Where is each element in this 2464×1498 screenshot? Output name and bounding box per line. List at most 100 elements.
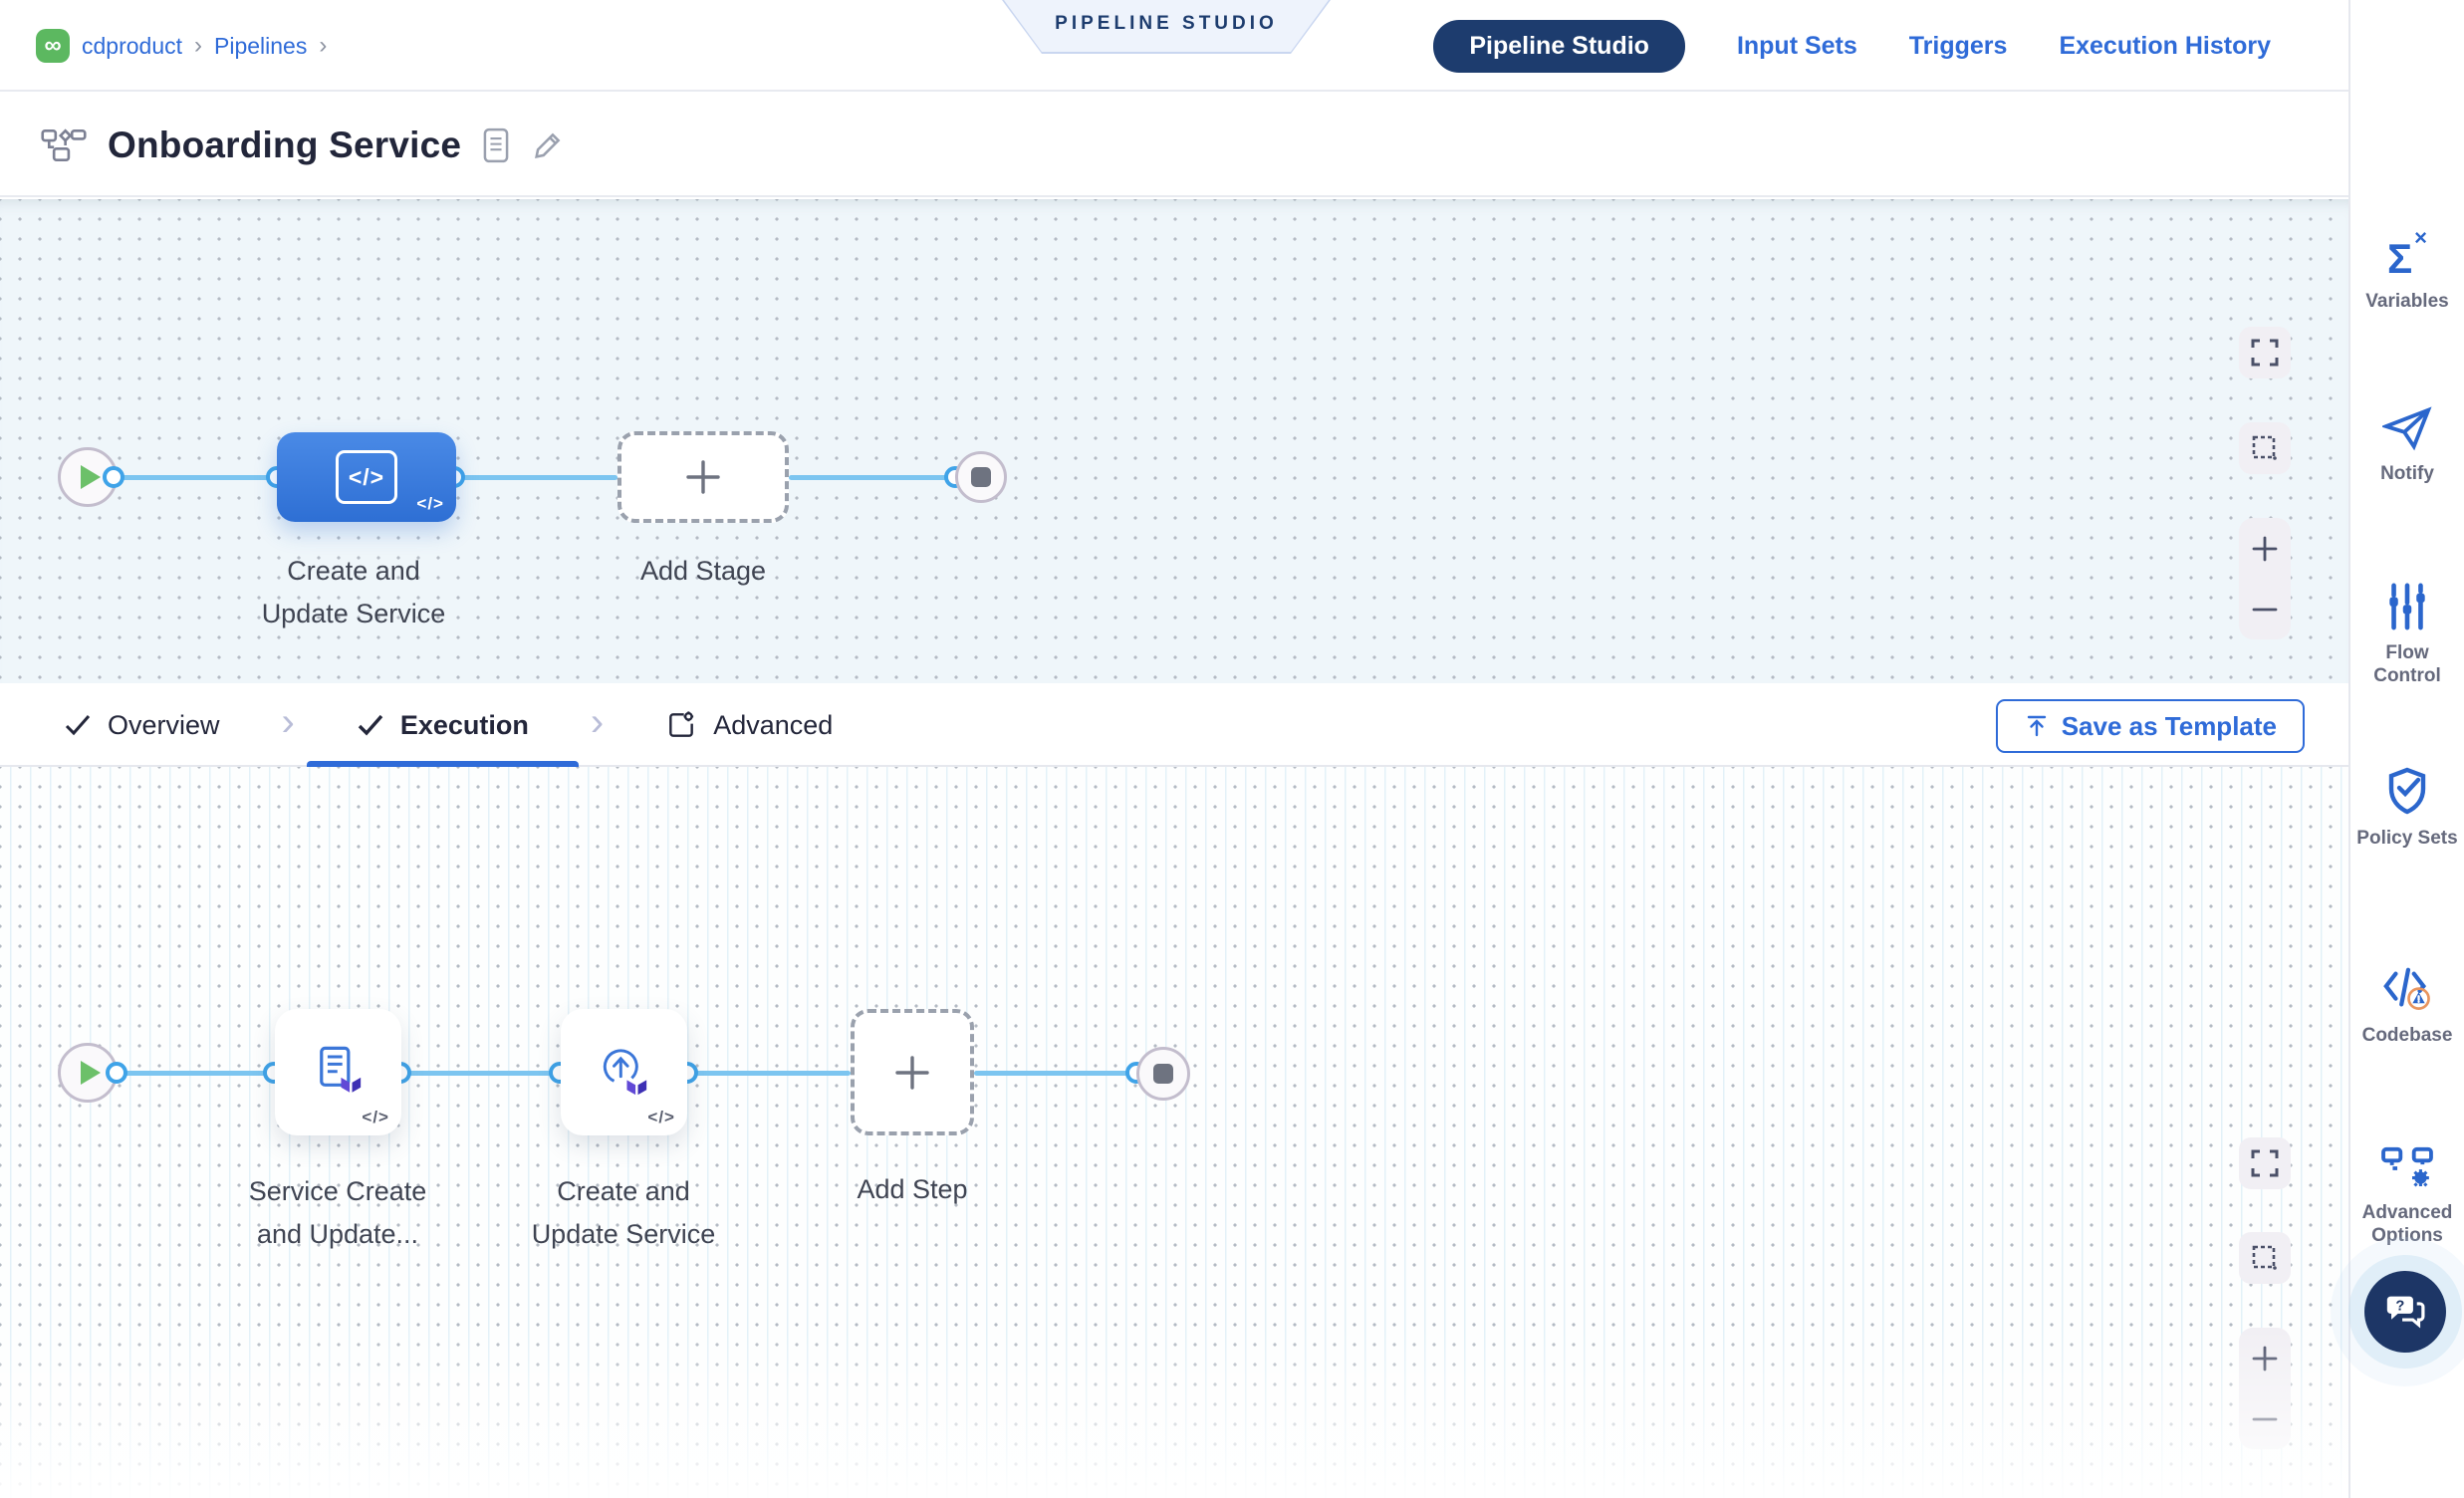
sidebar-item-codebase[interactable]: Codebase [2350,964,2464,1047]
zoom-controls [2239,1328,2291,1449]
zoom-out-button[interactable] [2239,579,2291,639]
header-tabs: Pipeline Studio Input Sets Triggers Exec… [1433,0,2271,92]
breadcrumb-separator: › [319,32,327,60]
help-chat-button[interactable]: ? [2364,1271,2446,1353]
connector-port[interactable] [103,466,124,488]
step-node-create-and-update-service[interactable]: </> [561,1009,687,1135]
minus-icon [2251,1405,2279,1433]
fullscreen-button[interactable] [2239,327,2291,378]
chevron-right-icon: › [282,700,295,751]
harness-logo-icon[interactable]: ∞ [36,29,70,63]
tab-advanced[interactable]: Advanced [665,683,833,767]
tab-triggers[interactable]: Triggers [1909,32,2008,61]
zoom-out-button[interactable] [2239,1388,2291,1449]
tab-execution-history[interactable]: Execution History [2059,32,2271,61]
pipeline-graph-icon [40,127,88,163]
sidebar-item-flow-control[interactable]: Flow Control [2350,582,2464,687]
codebase-icon [2380,964,2434,1014]
edge [974,1071,1136,1076]
tab-overview[interactable]: Overview [64,683,220,767]
edge [400,1071,560,1076]
fullscreen-icon [2250,1148,2280,1178]
tab-pipeline-studio[interactable]: Pipeline Studio [1433,20,1685,73]
step1-label: Service Create and Update... [188,1170,487,1256]
zoom-in-button[interactable] [2239,1328,2291,1388]
custom-stage-icon: </> [336,450,397,504]
readme-doc-icon[interactable] [481,127,511,163]
tab-input-sets[interactable]: Input Sets [1737,32,1857,61]
add-step-label: Add Step [813,1168,1012,1211]
advanced-settings-icon [665,709,697,741]
execution-step-canvas[interactable]: </> </> [0,767,2348,1498]
code-badge: </> [647,1108,675,1127]
pipeline-studio-banner: PIPELINE STUDIO [1002,0,1331,54]
stop-icon [971,467,991,487]
step2-label: Create and Update Service [474,1170,773,1256]
multi-select-button[interactable] [2239,422,2291,474]
stage-canvas[interactable]: </> </> Create and Update Service Add St… [0,199,2348,683]
notify-paper-plane-icon [2382,404,2432,452]
breadcrumb-project-link[interactable]: cdproduct [82,33,182,60]
stage-label: Create and Update Service [214,550,493,635]
edge [456,475,617,480]
code-badge: </> [416,494,444,514]
minus-icon [2251,596,2279,624]
execution-end-node[interactable] [1136,1047,1190,1101]
step-node-service-create-and-update[interactable]: </> [275,1009,401,1135]
service-step-icon [307,1041,370,1105]
edit-pencil-icon[interactable] [531,128,565,162]
breadcrumb-pipelines-link[interactable]: Pipelines [214,33,307,60]
page-title: Onboarding Service [108,125,461,166]
upload-icon [2024,713,2050,739]
fullscreen-button[interactable] [2239,1137,2291,1189]
save-as-template-button[interactable]: Save as Template [1996,699,2305,753]
pipeline-end-node[interactable] [955,451,1007,503]
plus-icon [2251,1345,2279,1373]
right-sidebar: Σ× Variables Notify Flow Control [2348,0,2464,1498]
sidebar-item-policy-sets[interactable]: Policy Sets [2350,765,2464,850]
pipeline-studio-app: ∞ cdproduct › Pipelines › PIPELINE STUDI… [0,0,2464,1498]
variables-icon: Σ× [2387,217,2427,280]
plus-icon [891,1052,933,1094]
zoom-in-button[interactable] [2239,518,2291,579]
banner-label: PIPELINE STUDIO [1055,13,1278,39]
add-stage-button[interactable] [617,431,789,523]
multi-select-button[interactable] [2239,1232,2291,1284]
sidebar-item-notify[interactable]: Notify [2350,404,2464,485]
sidebar-item-advanced-options[interactable]: Advanced Options [2350,1145,2464,1247]
pipeline-toolbar: Onboarding Service VISUAL YAML [0,94,2348,197]
fullscreen-icon [2250,338,2280,368]
add-stage-label: Add Stage [614,550,793,593]
sidebar-item-variables[interactable]: Σ× Variables [2350,217,2464,313]
check-icon [357,713,384,737]
advanced-options-icon [2380,1145,2434,1191]
add-step-button[interactable] [851,1009,974,1135]
check-icon [64,713,92,737]
marquee-select-icon [2250,1243,2280,1273]
zoom-controls [2239,518,2291,639]
breadcrumb: ∞ cdproduct › Pipelines › [36,0,327,92]
chat-question-icon: ? [2383,1292,2427,1332]
top-header: ∞ cdproduct › Pipelines › PIPELINE STUDI… [0,0,2348,92]
code-badge: </> [362,1108,389,1127]
play-icon [81,1061,101,1085]
tab-execution[interactable]: Execution [357,683,529,767]
chevron-right-icon: › [591,700,604,751]
update-service-step-icon [593,1041,656,1105]
flow-control-sliders-icon [2383,582,2431,631]
breadcrumb-separator: › [194,32,202,60]
svg-text:?: ? [2395,1299,2404,1315]
edge [687,1071,851,1076]
main-area: ∞ cdproduct › Pipelines › PIPELINE STUDI… [0,0,2348,1498]
play-icon [81,465,101,489]
canvas-bottom-fade [0,1329,2348,1498]
connector-port[interactable] [106,1062,127,1084]
stop-icon [1153,1064,1173,1084]
stage-node-create-and-update-service[interactable]: </> </> [277,432,456,522]
stage-config-tabbar: Overview › Execution › [0,683,2348,767]
plus-icon [2251,535,2279,563]
policy-shield-check-icon [2382,765,2432,817]
edge [100,475,277,480]
marquee-select-icon [2250,433,2280,463]
plus-icon [682,456,724,498]
